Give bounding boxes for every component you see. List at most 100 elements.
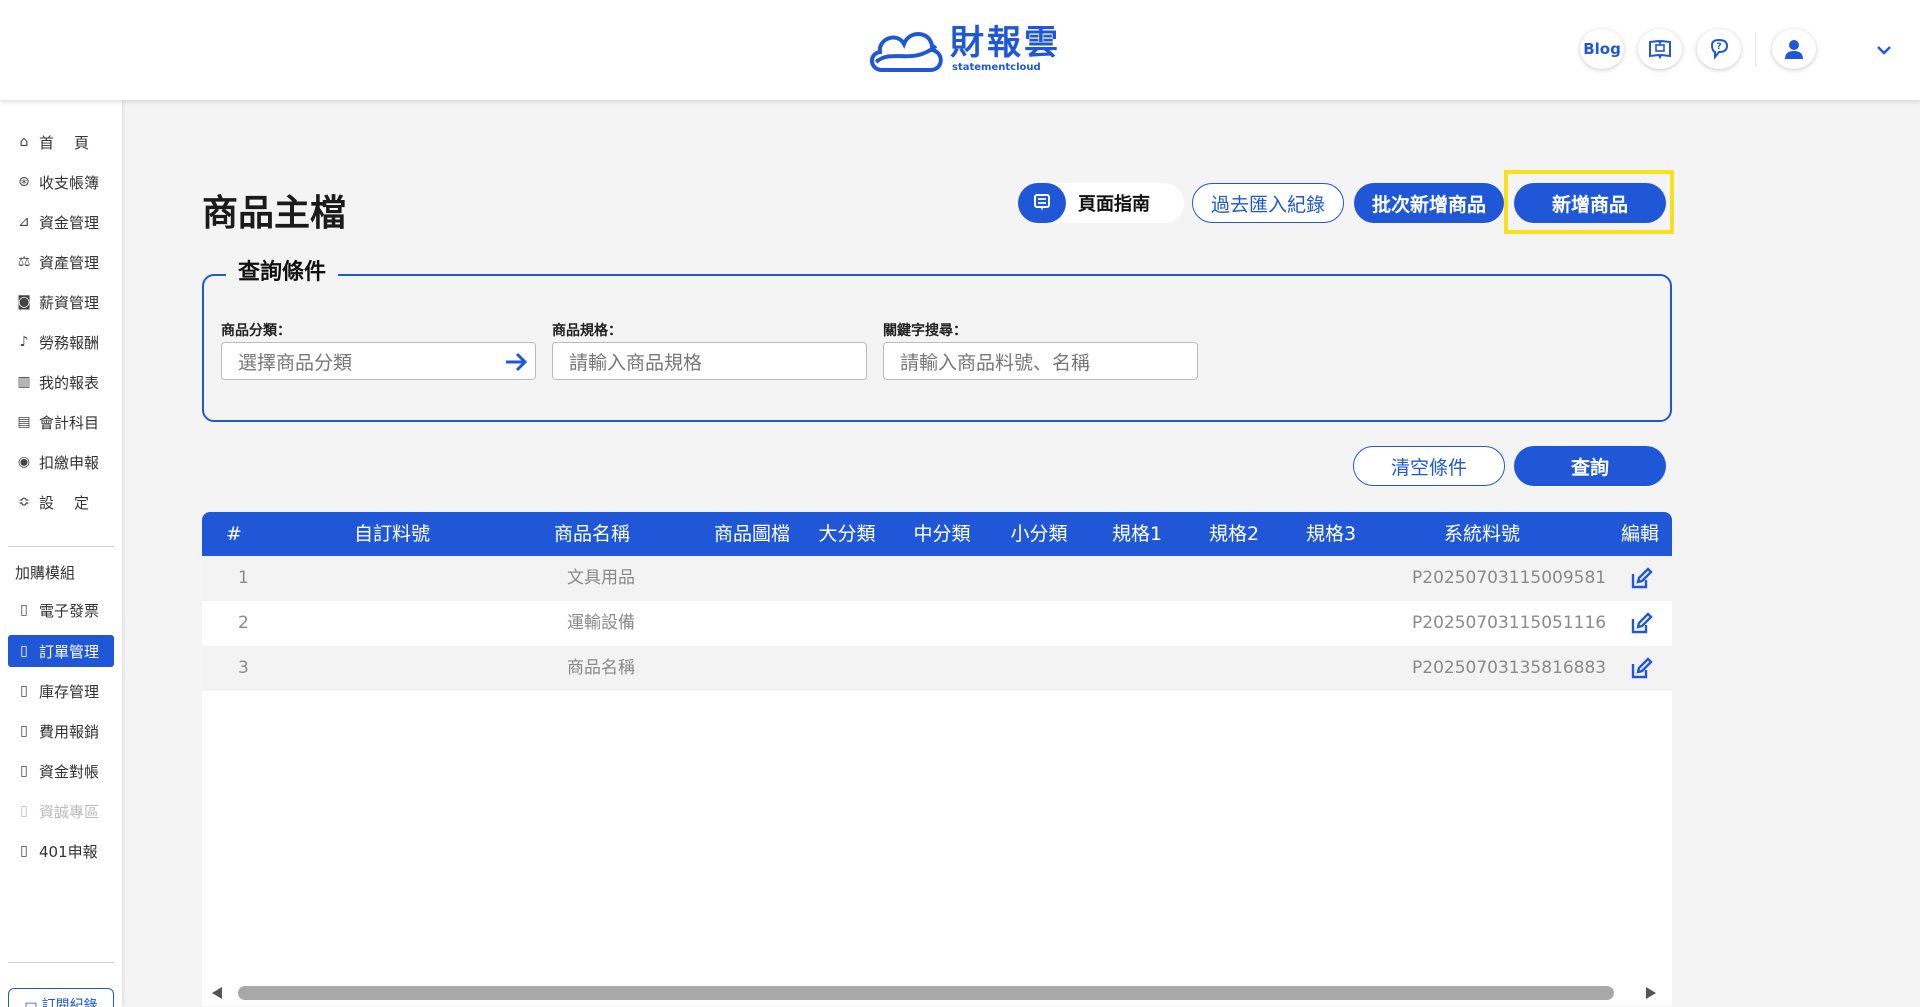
chevron-down-icon — [1877, 46, 1891, 55]
column-header-category-l[interactable]: 大分類 — [807, 512, 887, 556]
scrollbar-thumb[interactable] — [238, 986, 1614, 1000]
sidebar-item-label: 庫存管理 — [39, 682, 100, 701]
scroll-left-icon[interactable] — [212, 987, 222, 999]
column-header-index[interactable]: # — [202, 512, 266, 556]
module-icon: ▯ — [20, 843, 28, 859]
logo-chinese-text: 財報雲 — [950, 23, 1061, 63]
home-icon: ⌂ — [19, 134, 29, 150]
sidebar-item-label: 會計科目 — [39, 413, 100, 432]
column-header-image[interactable]: 商品圖檔 — [702, 512, 802, 556]
tax-icon: ◉ — [17, 454, 31, 470]
sidebar-item-accounts[interactable]: ▤ 會計科目 — [8, 406, 114, 438]
edit-icon[interactable] — [1629, 612, 1653, 636]
sidebar-item-settings[interactable]: ≎ 設定 — [8, 486, 114, 518]
sidebar-item-expenses[interactable]: ▯ 費用報銷 — [8, 715, 114, 747]
module-icon: ▯ — [20, 723, 28, 739]
page-guide-button[interactable]: 頁面指南 — [1018, 183, 1184, 223]
user-avatar-button[interactable] — [1772, 29, 1816, 69]
row-name: 文具用品 — [567, 568, 635, 588]
sidebar-item-reports[interactable]: ▥ 我的報表 — [8, 366, 114, 398]
row-system-id: P20250703135816883 — [1412, 658, 1607, 678]
column-header-category-s[interactable]: 小分類 — [999, 512, 1079, 556]
column-header-spec3[interactable]: 規格3 — [1291, 512, 1371, 556]
sidebar-group-label: 加購模組 — [15, 564, 76, 582]
row-system-id: P20250703115051116 — [1412, 613, 1607, 633]
sidebar-item-label: 勞務報酬 — [39, 333, 100, 352]
category-label: 商品分類： — [221, 323, 291, 339]
sidebar-item-orders[interactable]: ▯ 訂單管理 — [8, 635, 114, 667]
sidebar-item-income-expense[interactable]: ⊛ 收支帳簿 — [8, 166, 114, 198]
blog-label: Blog — [1583, 40, 1621, 58]
svg-text:?: ? — [1716, 42, 1721, 52]
sidebar-item-label: 扣繳申報 — [39, 453, 100, 472]
sidebar-item-funds[interactable]: ⊿ 資金管理 — [8, 206, 114, 238]
sidebar-item-assets[interactable]: ⚖ 資產管理 — [8, 246, 114, 278]
column-header-spec2[interactable]: 規格2 — [1194, 512, 1274, 556]
guide-icon — [1018, 183, 1066, 223]
sidebar-item-withholding[interactable]: ◉ 扣繳申報 — [8, 446, 114, 478]
sidebar-item-inventory[interactable]: ▯ 庫存管理 — [8, 675, 114, 707]
column-header-name[interactable]: 商品名稱 — [532, 512, 652, 556]
ledger-icon: ▤ — [17, 414, 31, 430]
table-row[interactable]: 1 文具用品 P20250703115009581 — [202, 556, 1672, 601]
sidebar-item-reconciliation[interactable]: ▯ 資金對帳 — [8, 755, 114, 787]
module-icon: ▯ — [20, 683, 28, 699]
salary-icon: ◙ — [17, 294, 31, 310]
batch-add-products-button[interactable]: 批次新增商品 — [1354, 183, 1504, 223]
guide-book-button[interactable] — [1638, 29, 1682, 69]
sidebar-item-label: 首頁 — [39, 133, 110, 152]
column-header-edit[interactable]: 編輯 — [1608, 512, 1672, 556]
logo-english-text: statementcloud — [952, 62, 1041, 73]
edit-icon[interactable] — [1629, 567, 1653, 591]
sidebar: ⌂ 首頁 ⊛ 收支帳簿 ⊿ 資金管理 ⚖ 資產管理 ◙ 薪資管理 ♪ 勞務報酬 … — [0, 100, 122, 1007]
module-icon: ▯ — [20, 763, 28, 779]
column-header-system-id[interactable]: 系統料號 — [1402, 512, 1562, 556]
query-legend: 查詢條件 — [226, 254, 339, 286]
module-icon: ▯ — [20, 803, 28, 819]
account-menu-toggle[interactable] — [1872, 38, 1896, 62]
sidebar-item-401-filing[interactable]: ▯ 401申報 — [8, 835, 114, 867]
row-index: 1 — [238, 568, 249, 588]
table-header: # 自訂料號 商品名稱 商品圖檔 大分類 中分類 小分類 規格1 規格2 規格3… — [202, 512, 1672, 556]
page-title: 商品主檔 — [202, 193, 347, 234]
table-row[interactable]: 3 商品名稱 P20250703135816883 — [202, 646, 1672, 691]
sidebar-item-label: 電子發票 — [39, 601, 100, 620]
search-button[interactable]: 查詢 — [1514, 446, 1666, 486]
sidebar-divider — [8, 546, 114, 547]
statementcloud-logo[interactable]: 財報雲 statementcloud — [866, 22, 1061, 76]
horizontal-scrollbar[interactable] — [202, 980, 1672, 1006]
subscription-label: 訂閱紀錄 — [41, 998, 98, 1007]
sidebar-item-label: 401申報 — [39, 842, 98, 861]
arrow-right-icon[interactable] — [503, 349, 529, 375]
blog-button[interactable]: Blog — [1580, 29, 1624, 69]
query-conditions-panel: 查詢條件 商品分類： 選擇商品分類 商品規格： 請輸入商品規格 關鍵字搜尋： 請… — [202, 254, 1672, 422]
settings-icon: ≎ — [18, 494, 30, 510]
sidebar-item-salary[interactable]: ◙ 薪資管理 — [8, 286, 114, 318]
column-header-spec1[interactable]: 規格1 — [1097, 512, 1177, 556]
subscription-icon: ▭ — [24, 997, 38, 1007]
scroll-right-icon[interactable] — [1646, 987, 1656, 999]
user-avatar-icon — [1785, 40, 1803, 59]
keyword-label: 關鍵字搜尋： — [883, 323, 967, 339]
edit-icon[interactable] — [1629, 657, 1653, 681]
funds-icon: ⊿ — [18, 214, 30, 230]
import-history-button[interactable]: 過去匯入紀錄 — [1192, 183, 1344, 223]
module-icon: ▯ — [20, 643, 28, 659]
keyword-search-input[interactable]: 請輸入商品料號、名稱 — [883, 342, 1198, 380]
column-header-custom-id[interactable]: 自訂料號 — [312, 512, 472, 556]
report-icon: ▥ — [17, 374, 31, 390]
sidebar-item-e-invoice[interactable]: ▯ 電子發票 — [8, 594, 114, 626]
sidebar-item-label: 資產管理 — [39, 253, 100, 272]
clear-conditions-button[interactable]: 清空條件 — [1353, 446, 1505, 486]
spec-input[interactable]: 請輸入商品規格 — [552, 342, 867, 380]
subscription-record-button[interactable]: ▭ 訂閱紀錄 — [8, 988, 114, 1007]
column-header-category-m[interactable]: 中分類 — [902, 512, 982, 556]
header-divider — [1755, 32, 1756, 66]
table-row[interactable]: 2 運輸設備 P20250703115051116 — [202, 601, 1672, 646]
spec-placeholder: 請輸入商品規格 — [569, 351, 703, 374]
help-chat-button[interactable]: ? — [1697, 29, 1741, 69]
cloud-logo-icon — [870, 32, 943, 72]
sidebar-item-home[interactable]: ⌂ 首頁 — [8, 126, 114, 158]
sidebar-item-labor[interactable]: ♪ 勞務報酬 — [8, 326, 114, 358]
category-select[interactable]: 選擇商品分類 — [221, 342, 536, 380]
